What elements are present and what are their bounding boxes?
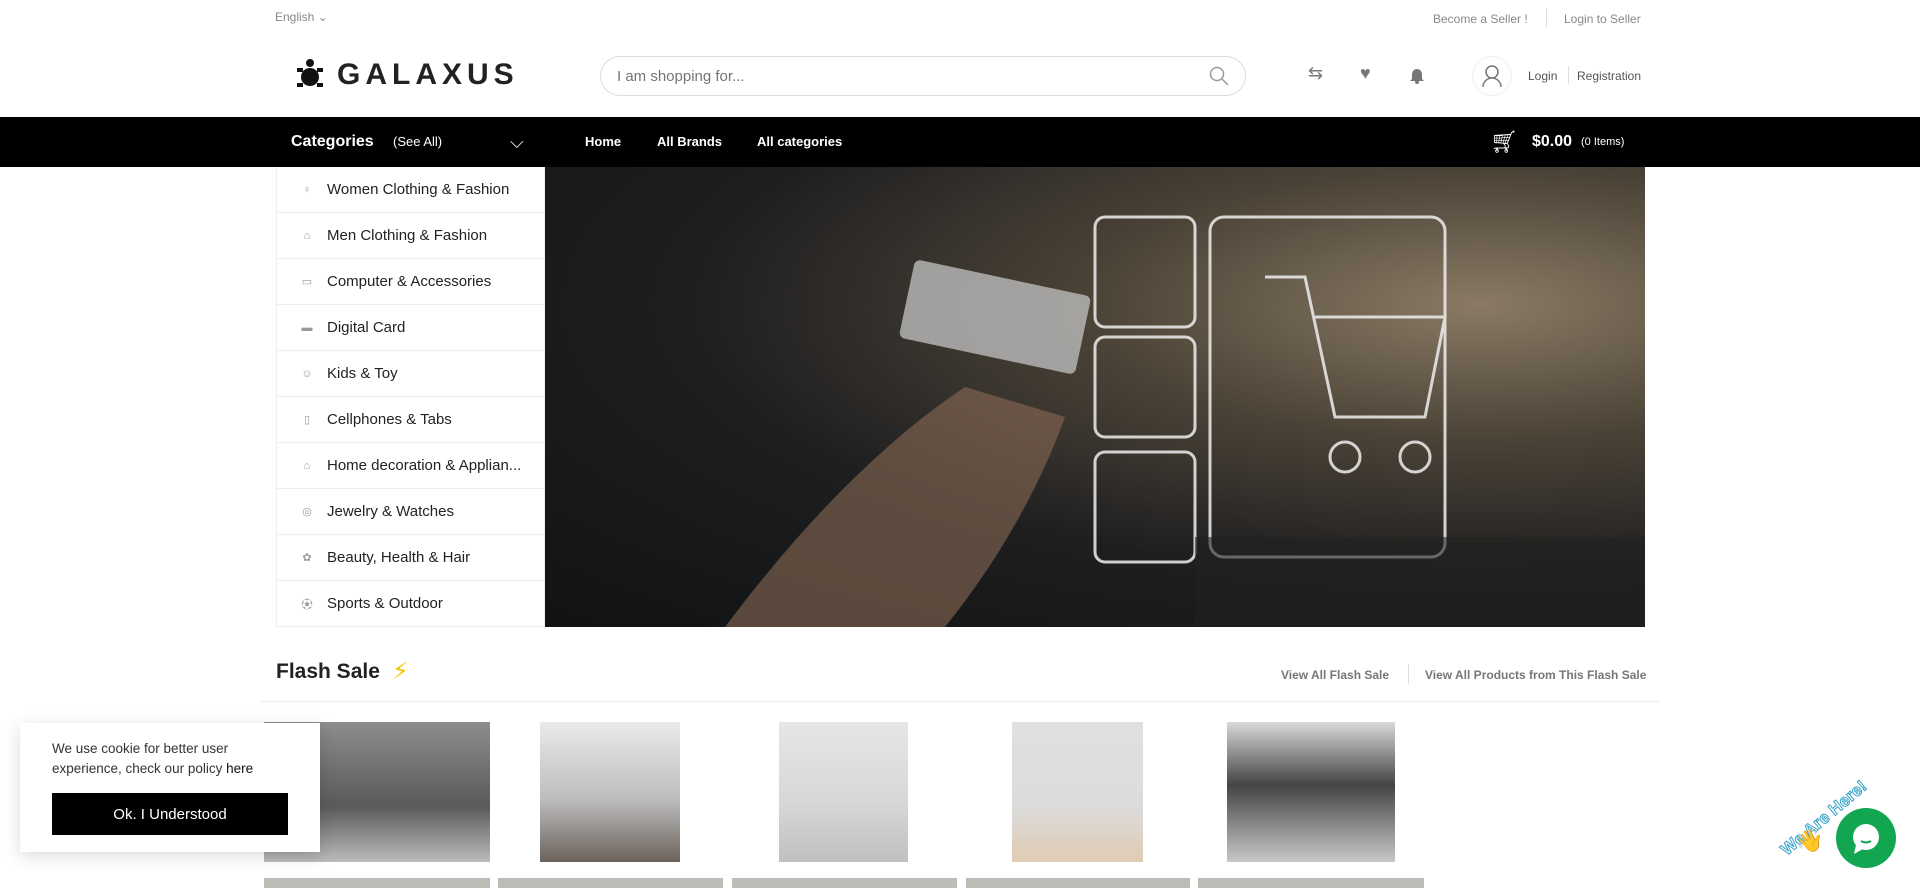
product-card-placeholder (732, 878, 957, 888)
registration-link[interactable]: Registration (1577, 69, 1641, 83)
search-bar[interactable] (600, 56, 1246, 96)
dress-icon: ♀ (302, 183, 312, 196)
divider (1568, 66, 1569, 84)
divider (1546, 9, 1547, 27)
watch-icon: ◎ (302, 506, 312, 518)
divider (260, 701, 1660, 702)
sidebar-item-label: Computer & Accessories (327, 273, 492, 290)
login-link[interactable]: Login (1528, 69, 1557, 83)
cookie-banner: We use cookie for better user experience… (20, 723, 320, 852)
phone-icon: ▯ (303, 414, 311, 426)
login-seller-link[interactable]: Login to Seller (1564, 12, 1641, 26)
product-image[interactable] (779, 722, 908, 862)
logo-text: GALAXUS (337, 58, 519, 91)
sidebar-item[interactable]: ▭ Computer & Accessories (277, 259, 544, 305)
toy-icon: ☺ (301, 367, 313, 380)
chevron-down-icon: ⌄ (317, 10, 328, 24)
sidebar-item[interactable]: ▬ Digital Card (277, 305, 544, 351)
nav-all-brands[interactable]: All Brands (657, 117, 722, 167)
product-image[interactable] (1012, 722, 1143, 862)
nav-all-categories[interactable]: All categories (757, 117, 842, 167)
compare-icon[interactable]: ⇆ (1308, 63, 1323, 84)
monitor-icon: ▭ (301, 276, 313, 288)
search-input[interactable] (617, 67, 1209, 85)
nav-bar: Categories (See All) ⌵ Home All Brands A… (0, 117, 1920, 167)
cart-icon[interactable]: 🛒︎ (1490, 117, 1518, 167)
sidebar-item-label: Cellphones & Tabs (327, 411, 452, 428)
language-label: English (275, 10, 315, 24)
beauty-icon: ✿ (302, 552, 312, 564)
user-icon (1482, 65, 1502, 88)
search-icon[interactable] (1209, 66, 1229, 86)
sidebar-item-label: Kids & Toy (327, 365, 398, 382)
sidebar-item[interactable]: ✿ Beauty, Health & Hair (277, 535, 544, 581)
avatar[interactable] (1472, 56, 1512, 96)
lightning-icon: ⚡︎ (392, 658, 409, 685)
sidebar-item-label: Beauty, Health & Hair (327, 549, 471, 566)
product-card-placeholder (966, 878, 1190, 888)
banner-image (725, 215, 1645, 627)
card-icon: ▬ (301, 321, 313, 334)
sidebar-item[interactable]: ♀ Women Clothing & Fashion (277, 167, 544, 213)
chat-button[interactable] (1836, 808, 1896, 868)
sidebar-item[interactable]: ⌂ Men Clothing & Fashion (277, 213, 544, 259)
product-image[interactable] (1227, 722, 1395, 862)
sidebar-item-label: Men Clothing & Fashion (327, 227, 488, 244)
sidebar-item[interactable]: ▯ Cellphones & Tabs (277, 397, 544, 443)
product-card-placeholder (1198, 878, 1424, 888)
product-card-placeholder (498, 878, 723, 888)
sidebar-item-label: Home decoration & Applian... (327, 457, 522, 474)
divider (1408, 664, 1409, 684)
nav-home[interactable]: Home (585, 117, 621, 167)
cart-items: (0 Items) (1581, 136, 1625, 148)
sports-icon: ⚽︎ (301, 598, 313, 611)
sidebar-item-label: Sports & Outdoor (327, 595, 443, 612)
chat-bubble-icon (1853, 824, 1879, 854)
view-all-flash-sale-link[interactable]: View All Flash Sale (1281, 668, 1389, 682)
cookie-message: We use cookie for better user experience… (52, 741, 229, 776)
view-all-products-link[interactable]: View All Products from This Flash Sale (1425, 668, 1646, 682)
category-sidebar: ♀ Women Clothing & Fashion ⌂ Men Clothing &… (276, 167, 545, 627)
categories-label[interactable]: Categories (291, 117, 374, 167)
cart-total[interactable]: $0.00 (1532, 117, 1572, 167)
flash-sale-title: Flash Sale (276, 660, 380, 683)
cookie-text: We use cookie for better user experience… (52, 739, 288, 779)
cookie-policy-link[interactable]: here (226, 761, 253, 776)
become-seller-link[interactable]: Become a Seller ! (1433, 12, 1528, 26)
shirt-icon: ⌂ (303, 229, 311, 242)
sidebar-item-label: Women Clothing & Fashion (327, 181, 510, 198)
chevron-down-icon[interactable]: ⌵ (510, 117, 524, 167)
sidebar-item[interactable]: ⌂ Home decoration & Applian... (277, 443, 544, 489)
product-card-placeholder (264, 878, 490, 888)
sidebar-item[interactable]: ⚽︎ Sports & Outdoor (277, 581, 544, 627)
home-icon: ⌂ (303, 459, 311, 472)
waving-hand-icon: 👋 (1796, 828, 1824, 853)
sidebar-item[interactable]: ☺ Kids & Toy (277, 351, 544, 397)
sidebar-item-label: Digital Card (327, 319, 406, 336)
sidebar-item[interactable]: ◎ Jewelry & Watches (277, 489, 544, 535)
product-image[interactable] (540, 722, 680, 862)
hero-banner[interactable] (545, 167, 1645, 627)
bell-icon[interactable] (1409, 66, 1425, 84)
cookie-accept-button[interactable]: Ok. I Understood (52, 793, 288, 835)
sidebar-item-label: Jewelry & Watches (327, 503, 454, 520)
turtle-logo-icon (297, 59, 323, 87)
logo[interactable]: GALAXUS (295, 58, 519, 92)
see-all-link[interactable]: (See All) (393, 117, 442, 167)
heart-icon[interactable]: ♥ (1360, 63, 1371, 84)
language-selector[interactable]: English ⌄ (275, 10, 328, 24)
